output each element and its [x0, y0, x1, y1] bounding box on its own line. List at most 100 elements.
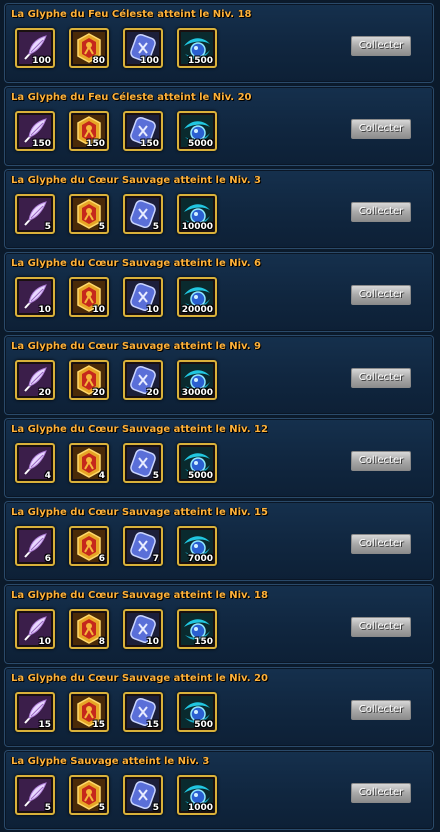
item-quantity: 1500 [187, 56, 213, 66]
item-quantity: 5 [44, 222, 51, 232]
reward-items: 6 6 7 7000 [15, 526, 217, 566]
collect-button[interactable]: Collecter [351, 202, 411, 222]
item-quantity: 80 [92, 56, 105, 66]
reward-title: La Glyphe du Cœur Sauvage atteint le Niv… [11, 258, 261, 269]
item-quantity: 15 [146, 720, 159, 730]
reward-items: 100 80 100 1500 [15, 28, 217, 68]
item-quantity: 5 [152, 803, 159, 813]
reward-title: La Glyphe du Cœur Sauvage atteint le Niv… [11, 507, 268, 518]
reward-item-slot[interactable]: 80 [69, 28, 109, 68]
item-quantity: 100 [140, 56, 159, 66]
reward-item-slot[interactable]: 15 [123, 692, 163, 732]
reward-item-slot[interactable]: 20 [15, 360, 55, 400]
reward-item-slot[interactable]: 15 [15, 692, 55, 732]
reward-item-slot[interactable]: 20000 [177, 277, 217, 317]
reward-item-slot[interactable]: 30000 [177, 360, 217, 400]
reward-item-slot[interactable]: 150 [177, 609, 217, 649]
reward-item-slot[interactable]: 10000 [177, 194, 217, 234]
reward-item-slot[interactable]: 1500 [177, 28, 217, 68]
item-quantity: 150 [86, 139, 105, 149]
reward-item-slot[interactable]: 6 [15, 526, 55, 566]
collect-button[interactable]: Collecter [351, 36, 411, 56]
reward-item-slot[interactable]: 20 [123, 360, 163, 400]
reward-item-slot[interactable]: 15 [69, 692, 109, 732]
reward-item-slot[interactable]: 5 [123, 775, 163, 815]
reward-item-slot[interactable]: 10 [123, 277, 163, 317]
item-quantity: 30000 [181, 388, 213, 398]
item-quantity: 500 [194, 720, 213, 730]
reward-item-slot[interactable]: 10 [15, 277, 55, 317]
reward-item-slot[interactable]: 5 [69, 775, 109, 815]
item-quantity: 100 [32, 56, 51, 66]
reward-title: La Glyphe du Feu Céleste atteint le Niv.… [11, 92, 252, 103]
item-quantity: 20 [146, 388, 159, 398]
item-quantity: 10 [38, 305, 51, 315]
reward-item-slot[interactable]: 6 [69, 526, 109, 566]
reward-items: 10 8 10 150 [15, 609, 217, 649]
item-quantity: 20 [38, 388, 51, 398]
reward-item-slot[interactable]: 10 [123, 609, 163, 649]
item-quantity: 5 [98, 803, 105, 813]
reward-title: La Glyphe du Cœur Sauvage atteint le Niv… [11, 424, 268, 435]
reward-item-slot[interactable]: 7000 [177, 526, 217, 566]
item-quantity: 5 [98, 222, 105, 232]
reward-item-slot[interactable]: 100 [15, 28, 55, 68]
reward-item-slot[interactable]: 5000 [177, 443, 217, 483]
reward-row: La Glyphe du Cœur Sauvage atteint le Niv… [4, 252, 434, 332]
reward-item-slot[interactable]: 5000 [177, 111, 217, 151]
reward-item-slot[interactable]: 4 [15, 443, 55, 483]
item-quantity: 4 [44, 471, 51, 481]
collect-button[interactable]: Collecter [351, 285, 411, 305]
reward-item-slot[interactable]: 10 [69, 277, 109, 317]
reward-row: La Glyphe du Cœur Sauvage atteint le Niv… [4, 169, 434, 249]
item-quantity: 5 [152, 222, 159, 232]
reward-items: 150 150 150 5000 [15, 111, 217, 151]
reward-title: La Glyphe du Cœur Sauvage atteint le Niv… [11, 673, 268, 684]
collect-button[interactable]: Collecter [351, 451, 411, 471]
reward-item-slot[interactable]: 5 [15, 775, 55, 815]
item-quantity: 5000 [187, 471, 213, 481]
item-quantity: 1000 [187, 803, 213, 813]
reward-title: La Glyphe du Cœur Sauvage atteint le Niv… [11, 590, 268, 601]
item-quantity: 10 [146, 305, 159, 315]
reward-item-slot[interactable]: 150 [123, 111, 163, 151]
reward-item-slot[interactable]: 500 [177, 692, 217, 732]
reward-items: 10 10 10 20000 [15, 277, 217, 317]
item-quantity: 20 [92, 388, 105, 398]
reward-item-slot[interactable]: 5 [69, 194, 109, 234]
reward-row: La Glyphe Sauvage atteint le Niv. 3 5 5 5 10… [4, 750, 434, 830]
reward-item-slot[interactable]: 5 [15, 194, 55, 234]
collect-button[interactable]: Collecter [351, 368, 411, 388]
reward-item-slot[interactable]: 5 [123, 443, 163, 483]
item-quantity: 150 [32, 139, 51, 149]
reward-row: La Glyphe du Feu Céleste atteint le Niv.… [4, 86, 434, 166]
collect-button[interactable]: Collecter [351, 617, 411, 637]
item-quantity: 8 [98, 637, 105, 647]
item-quantity: 5 [152, 471, 159, 481]
reward-item-slot[interactable]: 100 [123, 28, 163, 68]
reward-item-slot[interactable]: 8 [69, 609, 109, 649]
reward-item-slot[interactable]: 20 [69, 360, 109, 400]
reward-row: La Glyphe du Feu Céleste atteint le Niv.… [4, 3, 434, 83]
reward-items: 5 5 5 10000 [15, 194, 217, 234]
item-quantity: 5 [44, 803, 51, 813]
collect-button[interactable]: Collecter [351, 783, 411, 803]
reward-row: La Glyphe du Cœur Sauvage atteint le Niv… [4, 584, 434, 664]
reward-item-slot[interactable]: 150 [15, 111, 55, 151]
collect-button[interactable]: Collecter [351, 534, 411, 554]
reward-item-slot[interactable]: 7 [123, 526, 163, 566]
reward-row: La Glyphe du Cœur Sauvage atteint le Niv… [4, 667, 434, 747]
reward-item-slot[interactable]: 150 [69, 111, 109, 151]
item-quantity: 10 [38, 637, 51, 647]
item-quantity: 6 [98, 554, 105, 564]
collect-button[interactable]: Collecter [351, 119, 411, 139]
reward-list: La Glyphe du Feu Céleste atteint le Niv.… [0, 0, 440, 832]
reward-item-slot[interactable]: 5 [123, 194, 163, 234]
reward-item-slot[interactable]: 4 [69, 443, 109, 483]
collect-button[interactable]: Collecter [351, 700, 411, 720]
reward-item-slot[interactable]: 10 [15, 609, 55, 649]
reward-items: 5 5 5 1000 [15, 775, 217, 815]
reward-title: La Glyphe du Cœur Sauvage atteint le Niv… [11, 341, 261, 352]
item-quantity: 15 [38, 720, 51, 730]
reward-item-slot[interactable]: 1000 [177, 775, 217, 815]
